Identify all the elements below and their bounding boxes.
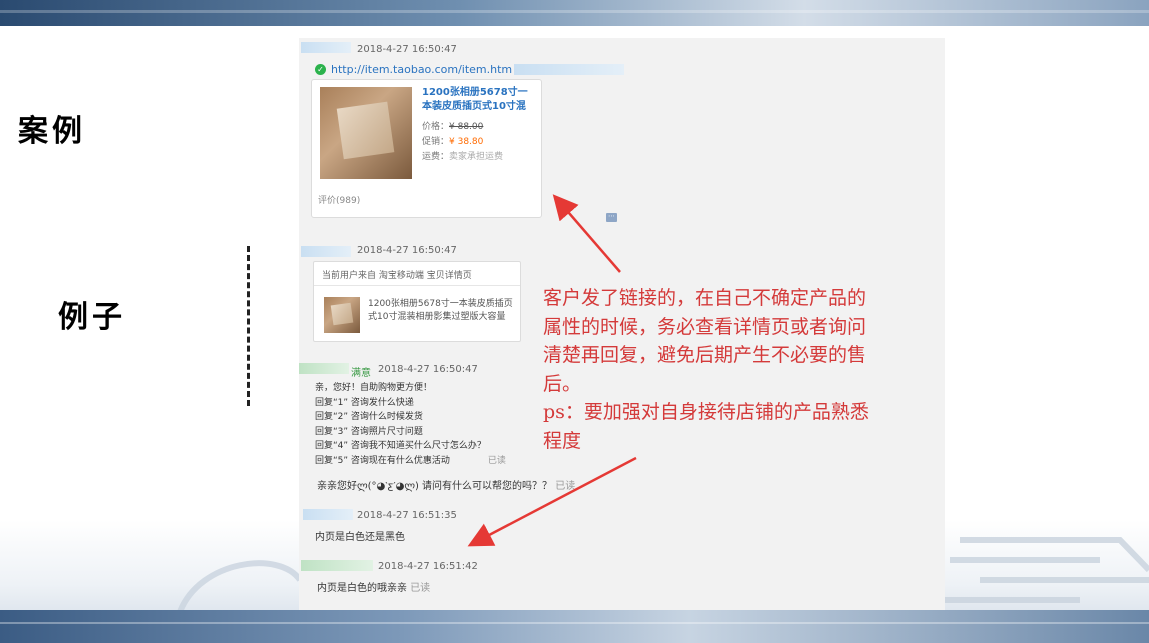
arrow-to-product-card [552,194,621,273]
arrow-to-question [467,456,637,547]
annotation-text: 客户发了链接的，在自己不确定产品的 属性的时候，务必查看详情页或者询问 清楚再回… [543,287,869,452]
